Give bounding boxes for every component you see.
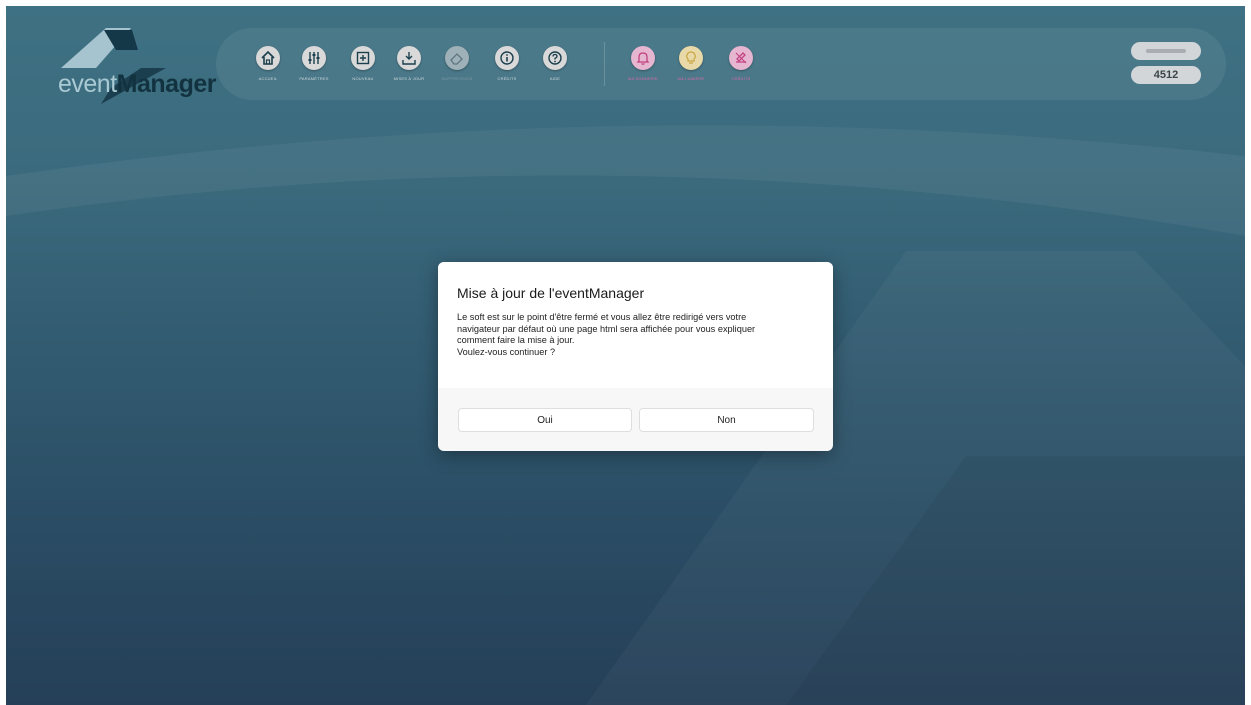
toolbar-separator	[604, 42, 605, 86]
yes-button[interactable]: Oui	[458, 408, 632, 432]
no-button[interactable]: Non	[639, 408, 814, 432]
logo-text-manager: Manager	[116, 70, 217, 98]
home-icon	[261, 50, 275, 65]
bell-icon	[636, 52, 650, 65]
download-icon	[402, 52, 416, 65]
app-logo: eventManager	[28, 28, 216, 106]
logo-text: eventManager	[58, 70, 216, 99]
user-name-badge	[1131, 42, 1201, 60]
toolbar-help-label: AIDE	[549, 76, 561, 81]
main-toolbar: ACCUEIL PARAMÈTRES NOUVEAU MISES À JOUR …	[216, 28, 1226, 100]
update-confirm-dialog: Mise à jour de l'eventManager Le soft es…	[438, 262, 833, 451]
info-icon	[500, 51, 514, 65]
logo-text-event: event	[58, 70, 117, 98]
eraser-icon	[450, 53, 463, 65]
dialog-content-area: Mise à jour de l'eventManager Le soft es…	[438, 262, 833, 388]
toolbar-sign-credits-button[interactable]: CRÉDITS	[712, 46, 770, 98]
sign-icon	[735, 52, 747, 64]
user-name-redacted	[1146, 49, 1186, 54]
counter-badge: 4512	[1131, 66, 1201, 84]
toolbar-sign-credits-label: CRÉDITS	[731, 76, 751, 81]
sliders-icon	[308, 52, 320, 64]
help-icon	[548, 51, 562, 65]
bulb-icon	[686, 51, 696, 64]
plus-square-icon	[356, 51, 370, 65]
app-window: eventManager ACCUEIL PARAMÈTRES NOUVEAU …	[6, 6, 1245, 705]
dialog-title: Mise à jour de l'eventManager	[457, 285, 645, 301]
toolbar-help-button[interactable]: AIDE	[526, 46, 584, 98]
dialog-message: Le soft est sur le point d'être fermé et…	[457, 312, 756, 357]
